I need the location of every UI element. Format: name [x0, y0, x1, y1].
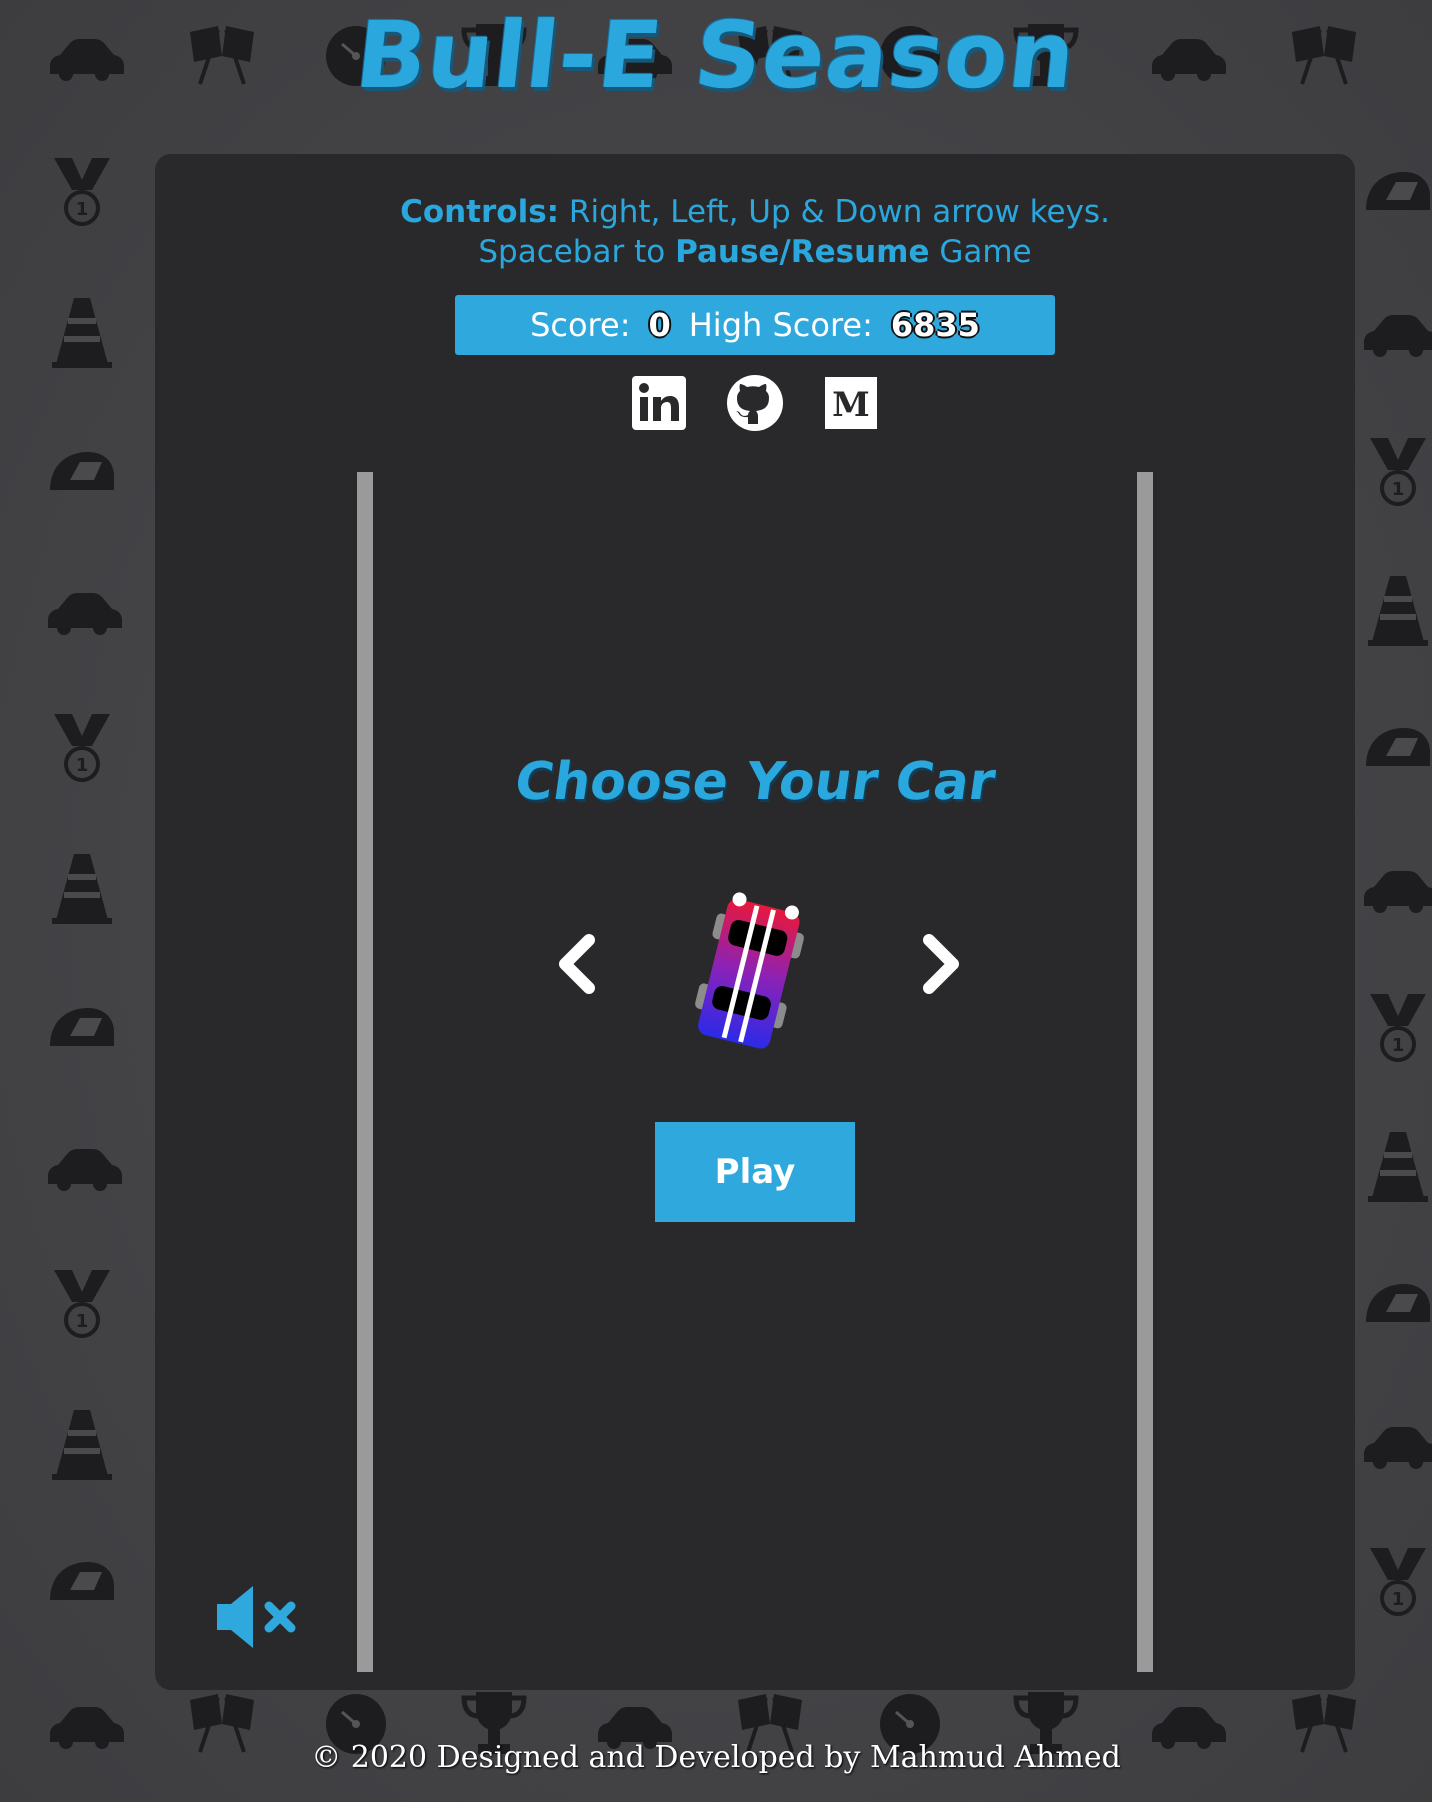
left-road-rail — [357, 472, 373, 1672]
svg-text:1: 1 — [76, 199, 89, 220]
svg-text:1: 1 — [1392, 479, 1405, 500]
medal-icon: 1 — [1356, 1540, 1432, 1624]
choose-car-heading: Choose Your Car — [511, 752, 999, 812]
traffic-cone-icon — [40, 290, 124, 374]
svg-text:1: 1 — [1392, 1035, 1405, 1056]
high-score-value: 6835 — [890, 306, 980, 344]
chevron-left-icon[interactable] — [551, 934, 605, 994]
svg-text:M: M — [832, 385, 870, 425]
score-value: 0 — [648, 306, 671, 344]
helmet-icon — [1356, 706, 1432, 790]
medal-icon: 1 — [1356, 430, 1432, 514]
score-bar: Score: 0 High Score: 6835 — [455, 295, 1055, 355]
controls-keys-text: Right, Left, Up & Down arrow keys. — [559, 194, 1110, 230]
helmet-icon — [40, 1540, 124, 1624]
footer-credits: © 2020 Designed and Developed by Mahmud … — [311, 1740, 1121, 1775]
car-icon — [1356, 846, 1432, 930]
linkedin-icon[interactable] — [630, 374, 688, 432]
muted-speaker-icon[interactable] — [213, 1582, 303, 1652]
selected-car-preview — [675, 874, 825, 1064]
medium-icon[interactable]: M — [822, 374, 880, 432]
social-links: M — [155, 374, 1355, 432]
game-word: Game — [929, 234, 1032, 270]
traffic-cone-icon — [1356, 568, 1432, 652]
medal-icon: 1 — [1356, 986, 1432, 1070]
helmet-icon — [1356, 150, 1432, 234]
game-panel: Controls: Right, Left, Up & Down arrow k… — [155, 154, 1355, 1690]
road-track — [357, 472, 1153, 1672]
traffic-cone-icon — [1356, 1124, 1432, 1208]
helmet-icon — [1356, 1262, 1432, 1346]
right-road-rail — [1137, 472, 1153, 1672]
game-title: Bull-E Season — [350, 2, 1082, 109]
car-icon — [1356, 1402, 1432, 1486]
controls-instructions: Controls: Right, Left, Up & Down arrow k… — [155, 192, 1355, 272]
score-label: Score: — [530, 306, 631, 344]
svg-text:1: 1 — [1392, 1589, 1405, 1610]
play-button[interactable]: Play — [655, 1122, 855, 1222]
svg-text:1: 1 — [76, 755, 89, 776]
traffic-cone-icon — [40, 1402, 124, 1486]
helmet-icon — [40, 986, 124, 1070]
medal-icon: 1 — [40, 1262, 124, 1346]
car-icon — [40, 1124, 124, 1208]
car-icon — [1356, 290, 1432, 374]
svg-text:1: 1 — [76, 1311, 89, 1332]
car-icon — [40, 568, 124, 652]
high-score-label: High Score: — [688, 306, 873, 344]
helmet-icon — [40, 430, 124, 514]
traffic-cone-icon — [40, 846, 124, 930]
github-icon[interactable] — [726, 374, 784, 432]
controls-label: Controls: — [400, 194, 560, 230]
spacebar-text: Spacebar to — [478, 234, 676, 270]
chevron-right-icon[interactable] — [913, 934, 967, 994]
medal-icon: 1 — [40, 150, 124, 234]
pause-resume-label: Pause/Resume — [675, 234, 930, 270]
medal-icon: 1 — [40, 706, 124, 790]
